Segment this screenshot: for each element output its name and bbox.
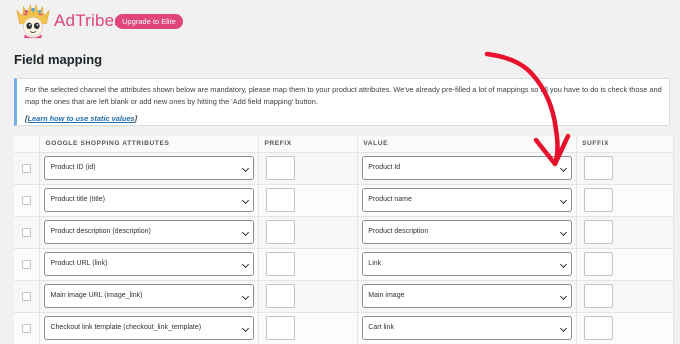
suffix-input[interactable]	[584, 220, 614, 244]
chevron-down-icon	[242, 164, 250, 173]
attribute-select[interactable]: Product title (title)	[44, 188, 255, 212]
chevron-down-icon	[560, 196, 568, 205]
value-select[interactable]: Product name	[362, 188, 573, 212]
attribute-select-value: Product description (description)	[50, 228, 151, 235]
value-select[interactable]: Link	[362, 252, 573, 276]
row-checkbox[interactable]	[22, 195, 31, 205]
suffix-input[interactable]	[584, 156, 614, 180]
prefix-input[interactable]	[266, 188, 296, 212]
table-header-row: GOOGLE SHOPPING ATTRIBUTES PREFIX VALUE …	[14, 136, 674, 153]
value-select-value: Product description	[368, 228, 429, 235]
chevron-down-icon	[242, 260, 250, 269]
value-select-value: Main image	[368, 292, 405, 299]
static-values-help-link[interactable]: [Learn how to use static values]	[25, 114, 137, 123]
value-select-value: Cart link	[368, 324, 394, 331]
row-checkbox[interactable]	[22, 163, 31, 173]
notice-text: For the selected channel the attributes …	[25, 85, 662, 106]
attribute-select-value: Checkout link template (checkout_link_te…	[50, 324, 202, 331]
col-header-select	[14, 136, 41, 153]
info-notice: For the selected channel the attributes …	[14, 78, 670, 126]
table-row: Checkout link template (checkout_link_te…	[14, 312, 674, 344]
col-header-attributes: GOOGLE SHOPPING ATTRIBUTES	[39, 136, 260, 153]
value-select-value: Product name	[368, 196, 412, 203]
chevron-down-icon	[560, 260, 568, 269]
attribute-select-value: Product title (title)	[50, 196, 105, 203]
attribute-select-value: Product URL (link)	[50, 260, 108, 267]
table-row: Product title (title) Product name	[14, 184, 674, 217]
suffix-input[interactable]	[584, 252, 614, 276]
chevron-down-icon	[560, 324, 568, 333]
value-select[interactable]: Main image	[362, 284, 573, 308]
app-header: AdTribes Upgrade to Elite	[0, 0, 680, 44]
attribute-select[interactable]: Product description (description)	[44, 220, 255, 244]
prefix-input[interactable]	[266, 156, 296, 180]
prefix-input[interactable]	[266, 316, 296, 340]
table-row: Main image URL (image_link) Main image	[14, 280, 674, 313]
col-header-prefix: PREFIX	[258, 136, 359, 153]
suffix-input[interactable]	[584, 284, 614, 308]
row-checkbox[interactable]	[22, 291, 31, 301]
value-select[interactable]: Cart link	[362, 316, 573, 340]
value-select[interactable]: Product description	[362, 220, 573, 244]
row-checkbox[interactable]	[22, 259, 31, 269]
chevron-down-icon	[242, 228, 250, 237]
col-header-value: VALUE	[357, 136, 578, 153]
col-header-suffix: SUFFIX	[576, 136, 674, 153]
table-row: Product description (description) Produc…	[14, 216, 674, 249]
table-row: Product URL (link) Link	[14, 248, 674, 281]
field-mapping-table: GOOGLE SHOPPING ATTRIBUTES PREFIX VALUE …	[14, 136, 674, 344]
chevron-down-icon	[560, 164, 568, 173]
brand-name: AdTribes	[54, 11, 123, 30]
upgrade-to-elite-button[interactable]: Upgrade to Elite	[115, 14, 183, 29]
value-select-value: Link	[368, 260, 382, 267]
chevron-down-icon	[242, 324, 250, 333]
attribute-select-value: Product ID (id)	[50, 164, 96, 171]
row-checkbox[interactable]	[22, 323, 31, 333]
attribute-select[interactable]: Main image URL (image_link)	[44, 284, 255, 308]
row-checkbox[interactable]	[22, 227, 31, 237]
chevron-down-icon	[560, 228, 568, 237]
attribute-select[interactable]: Product URL (link)	[44, 252, 255, 276]
chevron-down-icon	[242, 196, 250, 205]
adtribes-mascot-logo	[16, 3, 50, 39]
prefix-input[interactable]	[266, 284, 296, 308]
chevron-down-icon	[242, 292, 250, 301]
chevron-down-icon	[560, 292, 568, 301]
attribute-select[interactable]: Product ID (id)	[44, 156, 255, 180]
prefix-input[interactable]	[266, 252, 296, 276]
suffix-input[interactable]	[584, 188, 614, 212]
attribute-select[interactable]: Checkout link template (checkout_link_te…	[44, 316, 255, 340]
table-row: Product ID (id) Product Id	[14, 152, 674, 185]
prefix-input[interactable]	[266, 220, 296, 244]
value-select[interactable]: Product Id	[362, 156, 573, 180]
static-values-link-label[interactable]: Learn how to use static values	[27, 114, 134, 123]
value-select-value: Product Id	[368, 164, 401, 171]
attribute-select-value: Main image URL (image_link)	[50, 292, 143, 299]
page-title: Field mapping	[14, 52, 103, 67]
suffix-input[interactable]	[584, 316, 614, 340]
